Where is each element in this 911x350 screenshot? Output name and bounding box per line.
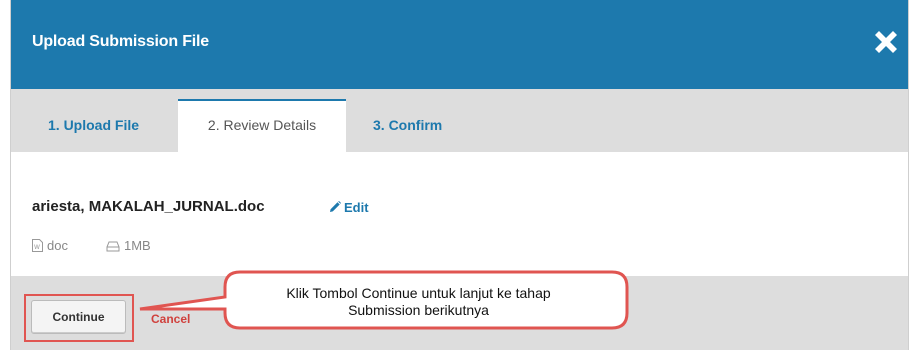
callout-line-1: Klik Tombol Continue untuk lanjut ke tah… (286, 285, 551, 301)
callout-text: Klik Tombol Continue untuk lanjut ke tah… (222, 285, 615, 319)
callout-line-2: Submission berikutnya (348, 302, 489, 318)
